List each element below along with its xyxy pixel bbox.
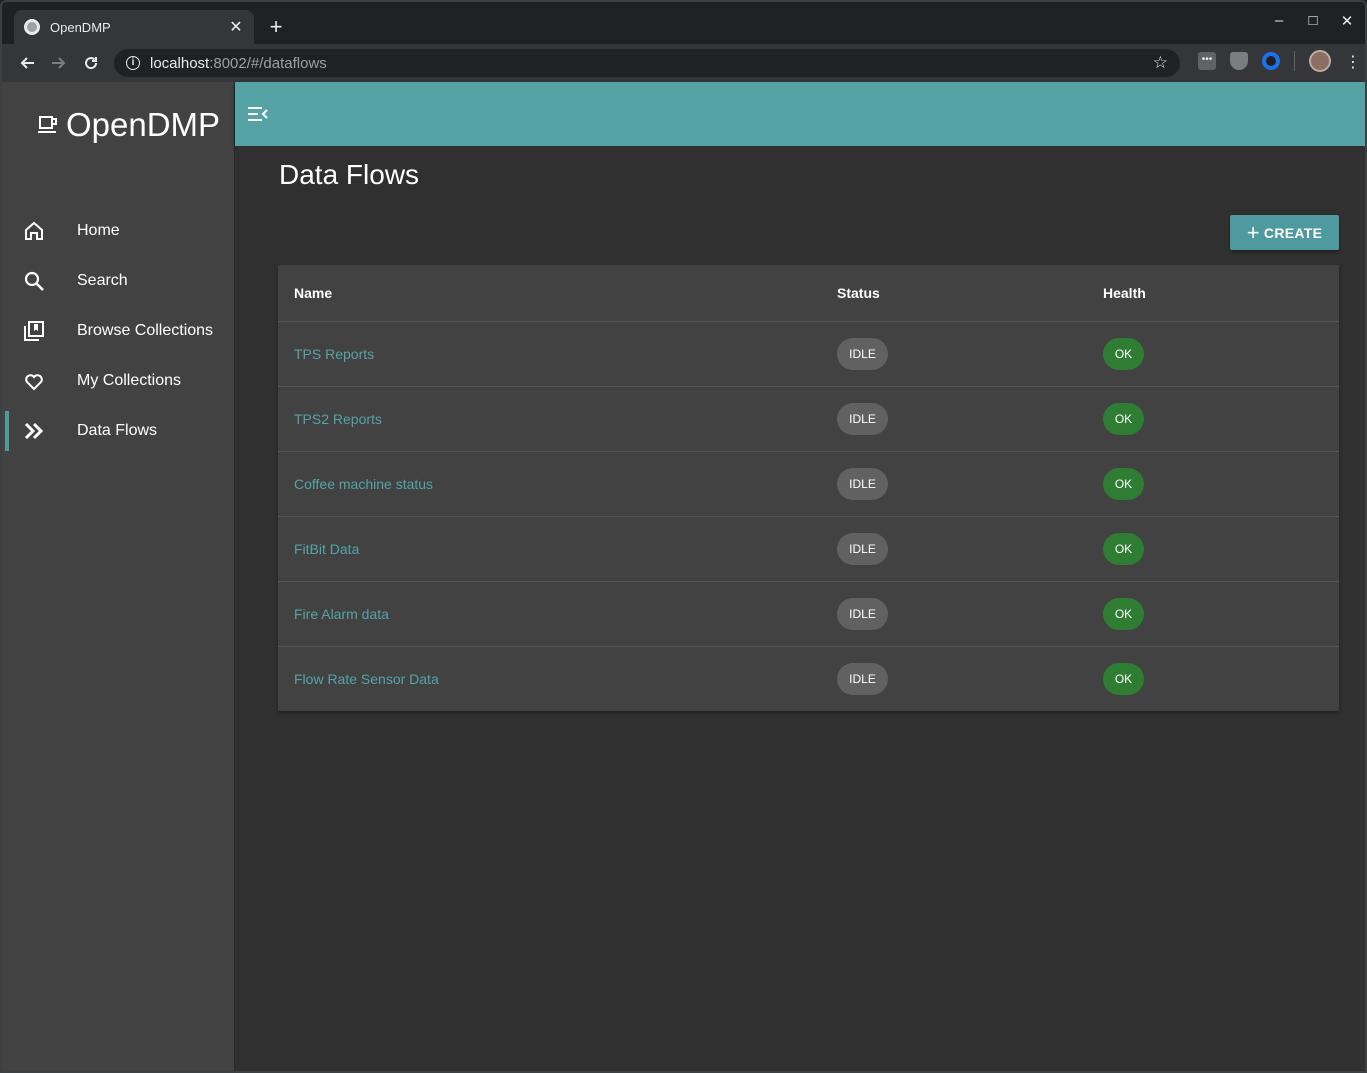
create-button[interactable]: + CREATE xyxy=(1230,215,1339,250)
forward-arrow-icon xyxy=(52,57,66,69)
sidebar-item-label: Data Flows xyxy=(77,422,158,439)
sidebar-item-my-collections[interactable]: My Collections xyxy=(2,356,234,406)
app-bar xyxy=(235,82,1365,146)
sidebar-item-search[interactable]: Search xyxy=(2,256,234,306)
sidebar: OpenDMP Home Search Browse Collections M… xyxy=(2,82,235,1071)
plus-icon: + xyxy=(1246,219,1260,245)
table-row: FitBit Data IDLE OK xyxy=(278,516,1339,582)
window-controls: – □ ✕ xyxy=(1271,12,1355,30)
minimize-button[interactable]: – xyxy=(1271,12,1287,30)
brand-logo[interactable]: OpenDMP xyxy=(38,106,220,144)
dataflow-link[interactable]: Fire Alarm data xyxy=(294,606,389,622)
dataflow-link[interactable]: Coffee machine status xyxy=(294,476,433,492)
active-indicator xyxy=(5,411,9,451)
reload-icon xyxy=(85,57,98,70)
ublock-shield-icon[interactable] xyxy=(1230,52,1248,70)
browser-menu-icon[interactable]: ⋮ xyxy=(1345,52,1361,71)
extension-area: ••• ⋮ xyxy=(1198,50,1361,72)
tab-title: OpenDMP xyxy=(50,19,111,35)
close-window-button[interactable]: ✕ xyxy=(1339,12,1355,30)
sidebar-item-data-flows[interactable]: Data Flows xyxy=(2,406,234,456)
sidebar-item-label: Home xyxy=(77,222,120,239)
table-header-row: Name Status Health xyxy=(278,265,1339,322)
sidebar-nav: Home Search Browse Collections My Collec… xyxy=(2,206,234,456)
table-row: Fire Alarm data IDLE OK xyxy=(278,581,1339,647)
table-row: TPS2 Reports IDLE OK xyxy=(278,386,1339,452)
status-badge: IDLE xyxy=(837,467,888,500)
profile-avatar[interactable] xyxy=(1309,50,1331,72)
dataflow-link[interactable]: TPS2 Reports xyxy=(294,411,382,427)
health-badge: OK xyxy=(1103,467,1144,500)
maximize-button[interactable]: □ xyxy=(1305,12,1321,30)
status-badge: IDLE xyxy=(837,532,888,565)
dataflow-link[interactable]: FitBit Data xyxy=(294,541,359,557)
status-badge: IDLE xyxy=(837,662,888,695)
sidebar-item-label: My Collections xyxy=(77,372,182,389)
address-bar[interactable]: i localhost :8002/#/dataflows ☆ xyxy=(114,49,1180,77)
menu-collapse-icon[interactable] xyxy=(247,104,269,124)
column-header-status[interactable]: Status xyxy=(837,265,1103,322)
tab-close-icon[interactable]: ✕ xyxy=(228,17,244,37)
brand-name: OpenDMP xyxy=(66,106,221,143)
favicon-icon xyxy=(24,19,40,35)
site-info-icon[interactable]: i xyxy=(126,56,140,70)
home-icon xyxy=(25,221,43,240)
column-header-health[interactable]: Health xyxy=(1103,265,1339,322)
url-host: localhost xyxy=(150,54,210,72)
table-row: TPS Reports IDLE OK xyxy=(278,321,1339,387)
browser-toolbar: i localhost :8002/#/dataflows ☆ ••• ⋮ xyxy=(2,44,1365,82)
back-arrow-icon xyxy=(20,57,34,69)
app-root: OpenDMP Home Search Browse Collections M… xyxy=(2,82,1365,1071)
main-content: Data Flows + CREATE Name Status Health T… xyxy=(235,146,1365,1071)
coffee-cup-icon xyxy=(38,116,57,133)
sidebar-item-home[interactable]: Home xyxy=(2,206,234,256)
double-chevron-icon xyxy=(24,422,44,440)
health-badge: OK xyxy=(1103,337,1144,370)
new-tab-button[interactable]: + xyxy=(264,16,288,40)
dataflow-link[interactable]: TPS Reports xyxy=(294,346,374,362)
forward-button[interactable] xyxy=(43,47,75,79)
search-icon xyxy=(24,271,44,291)
tab-strip: OpenDMP ✕ + – □ ✕ xyxy=(2,2,1365,44)
status-badge: IDLE xyxy=(837,402,888,435)
table-row: Coffee machine status IDLE OK xyxy=(278,451,1339,517)
extension-ring-icon[interactable] xyxy=(1262,52,1280,70)
table-row: Flow Rate Sensor Data IDLE OK xyxy=(278,646,1339,711)
browser-tab[interactable]: OpenDMP ✕ xyxy=(14,10,254,44)
column-header-name[interactable]: Name xyxy=(278,265,837,322)
health-badge: OK xyxy=(1103,532,1144,565)
library-icon xyxy=(24,321,44,341)
page-title: Data Flows xyxy=(279,159,420,190)
extension-dots-icon[interactable]: ••• xyxy=(1198,52,1216,70)
heart-icon xyxy=(25,374,43,391)
back-button[interactable] xyxy=(11,47,43,79)
toolbar-separator xyxy=(1294,51,1295,71)
browser-window: OpenDMP ✕ + – □ ✕ i localhost :8002/#/da… xyxy=(0,0,1367,1073)
health-badge: OK xyxy=(1103,597,1144,630)
url-path: :8002/#/dataflows xyxy=(209,54,327,72)
status-badge: IDLE xyxy=(837,337,888,370)
sidebar-item-label: Search xyxy=(77,272,128,289)
health-badge: OK xyxy=(1103,402,1144,435)
dataflows-table: Name Status Health TPS Reports IDLE OK T… xyxy=(278,265,1339,711)
reload-button[interactable] xyxy=(75,47,107,79)
dataflow-link[interactable]: Flow Rate Sensor Data xyxy=(294,671,439,687)
create-button-label: CREATE xyxy=(1263,224,1323,241)
sidebar-item-browse-collections[interactable]: Browse Collections xyxy=(2,306,234,356)
health-badge: OK xyxy=(1103,662,1144,695)
sidebar-item-label: Browse Collections xyxy=(77,322,214,339)
status-badge: IDLE xyxy=(837,597,888,630)
bookmark-star-icon[interactable]: ☆ xyxy=(1153,53,1168,73)
